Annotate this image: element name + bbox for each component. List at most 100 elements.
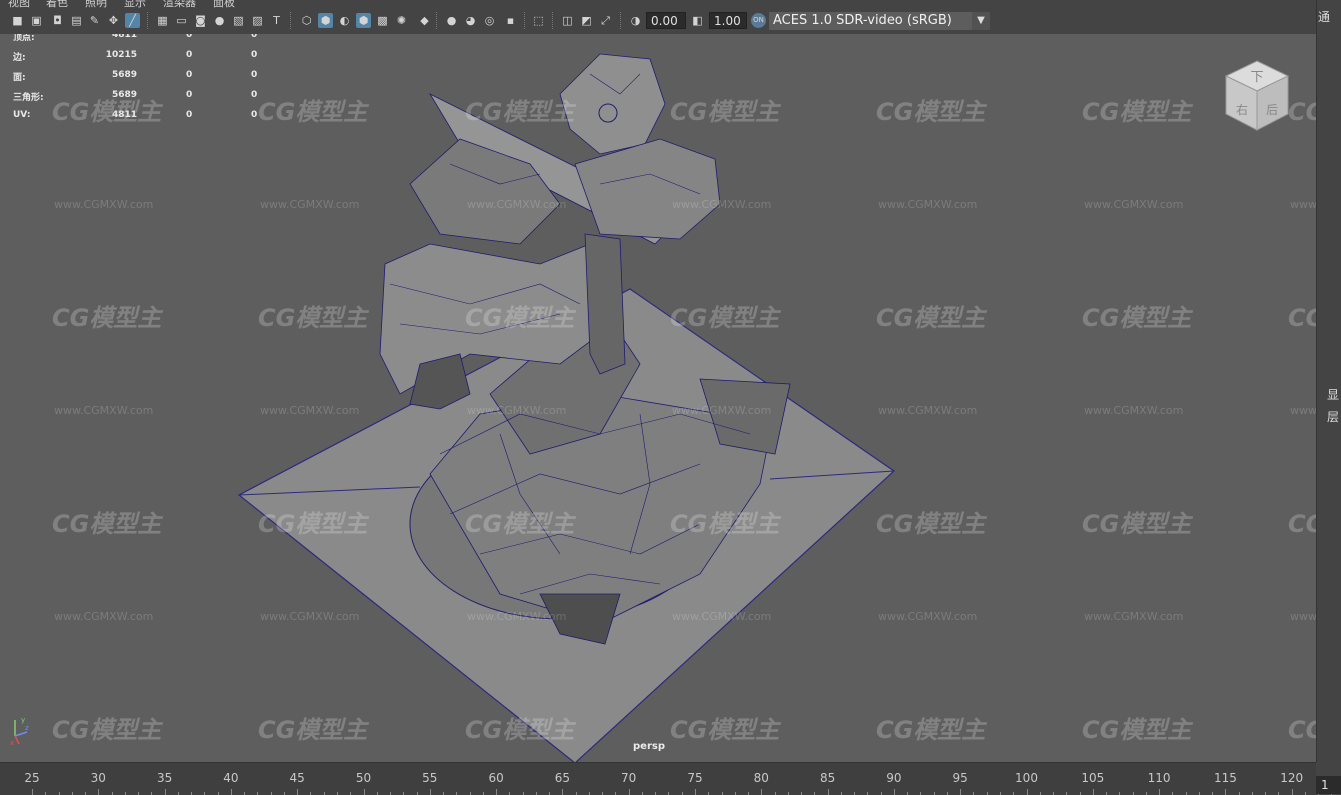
backface-icon[interactable]: ⤢ — [598, 13, 613, 28]
panel-tab-channel[interactable]: 通 — [1318, 8, 1330, 25]
svg-text:y: y — [21, 716, 25, 724]
right-side-panel: 通 显 层 — [1316, 0, 1341, 762]
timeline-tick-label: 115 — [1213, 771, 1237, 785]
camera-name-label: persp — [633, 741, 665, 752]
watermark-url: www.CGMXW.com — [467, 404, 567, 417]
watermark-logo: CG模型主 — [465, 716, 575, 744]
timeline-tick-label: 120 — [1280, 771, 1304, 785]
watermark-logo: CG模型主 — [1082, 510, 1192, 538]
2d-pan-icon[interactable]: ✥ — [106, 13, 121, 28]
motion-blur-icon[interactable]: ◎ — [482, 13, 497, 28]
lights-icon[interactable]: ✺ — [394, 13, 409, 28]
menu-view[interactable]: 视图 — [8, 0, 30, 8]
menu-lighting[interactable]: 照明 — [85, 0, 107, 8]
safe-action-icon[interactable]: ▨ — [250, 13, 265, 28]
watermark-logo: CG模型主 — [1288, 716, 1316, 744]
perspective-viewport[interactable]: CG模型主 CG模型主 CG模型主 CG模型主 CG模型主 CG模型主 CG模型主 CG模型主… — [0, 34, 1316, 762]
xray-icon[interactable]: ● — [444, 13, 459, 28]
color-management-icon[interactable]: ON — [751, 13, 766, 28]
timeline-tick — [230, 789, 232, 795]
watermark-logo: CG模型主 — [465, 98, 575, 126]
timeline-tick-label: 80 — [753, 771, 769, 785]
shadows-icon[interactable]: ◆ — [417, 13, 432, 28]
timeline-tick — [1026, 789, 1028, 795]
current-frame-field[interactable]: 1 — [1316, 776, 1341, 794]
exposure-field[interactable]: 0.00 — [646, 12, 686, 29]
watermark-logo: CG模型主 — [465, 304, 575, 332]
timeline-tick-label: 55 — [422, 771, 438, 785]
viewcube-icon[interactable]: 下 右 后 — [1222, 58, 1292, 134]
panel-tab-display[interactable]: 显 — [1327, 386, 1339, 403]
viewcube-top-label[interactable]: 下 — [1250, 70, 1263, 85]
panel-tab-layer[interactable]: 层 — [1327, 408, 1339, 425]
grid-icon[interactable]: ▦ — [155, 13, 170, 28]
smooth-shade-icon[interactable]: ⬢ — [318, 13, 333, 28]
watermark-url: www.CGMXW.com — [672, 404, 772, 417]
watermark-logo: CG模型主 — [876, 98, 986, 126]
gamma-field[interactable]: 1.00 — [709, 12, 747, 29]
menu-shading[interactable]: 着色 — [46, 0, 68, 8]
watermark-url: www.CGMXW.com — [1084, 610, 1184, 623]
isolate-select-icon[interactable]: ⬚ — [531, 13, 546, 28]
watermark-logo: CG模型主 — [465, 510, 575, 538]
bookmark-icon[interactable]: ◘ — [50, 13, 65, 28]
anti-aliasing-icon[interactable]: ▪ — [503, 13, 518, 28]
timeline-tick — [32, 789, 33, 795]
watermark-url: www.CGMXW.com — [54, 404, 154, 417]
safe-title-icon[interactable]: T — [269, 13, 284, 28]
viewcube-right-label[interactable]: 后 — [1266, 103, 1278, 117]
timeline-tick — [827, 789, 829, 795]
timeline-tick — [761, 789, 763, 795]
resolution-gate-icon[interactable]: ◙ — [193, 13, 208, 28]
ambient-occlusion-icon[interactable]: ◕ — [463, 13, 478, 28]
film-gate-icon[interactable]: ▭ — [174, 13, 189, 28]
timeline-tick-label: 70 — [621, 771, 637, 785]
wireframe-icon[interactable]: ⬡ — [299, 13, 314, 28]
time-slider[interactable]: 25 30 35 40 45 50 55 60 65 70 75 80 85 90 95 100 105 110 1… — [0, 762, 1333, 795]
timeline-tick-label: 50 — [355, 771, 372, 785]
timeline-tick — [1291, 789, 1293, 795]
timeline-tick — [164, 789, 166, 795]
grease-pencil-icon[interactable]: ✎ — [87, 13, 102, 28]
watermark-url: www.CGMXW.com — [878, 404, 978, 417]
watermark-logo: CG模型主 — [52, 510, 162, 538]
menu-show[interactable]: 显示 — [124, 0, 146, 8]
default-material-icon[interactable]: ◐ — [337, 13, 352, 28]
viewcube-left-label[interactable]: 右 — [1236, 102, 1248, 117]
wireframe-on-shaded-icon[interactable]: ⬢ — [356, 13, 371, 28]
textured-icon[interactable]: ▩ — [375, 13, 390, 28]
timeline-tick — [496, 789, 498, 795]
xray-joints-icon[interactable]: ◫ — [560, 13, 575, 28]
timeline-tick — [297, 789, 299, 795]
exposure-icon[interactable]: ◑ — [628, 13, 643, 28]
timeline-tick — [1159, 789, 1161, 795]
watermark-logo: CG模型主 — [52, 304, 162, 332]
timeline-tick — [1092, 789, 1094, 795]
timeline-tick — [429, 789, 431, 795]
colorspace-dropdown[interactable]: ACES 1.0 SDR-video (sRGB) ▼ — [769, 12, 990, 30]
gamma-icon[interactable]: ◧ — [690, 13, 705, 28]
watermark-logo: CG模型主 — [258, 98, 368, 126]
timeline-tick-label: 85 — [819, 771, 836, 785]
camera-icon[interactable]: ■ — [10, 13, 25, 28]
watermark-logo: CG模型主 — [1082, 98, 1192, 126]
watermark-url: www.CGMXW.com — [1084, 198, 1184, 211]
menu-panels[interactable]: 面板 — [213, 0, 235, 8]
timeline-tick-label: 40 — [223, 771, 239, 785]
camera-attributes-icon[interactable]: ▣ — [29, 13, 44, 28]
timeline-tick-label: 75 — [687, 771, 703, 785]
field-chart-icon[interactable]: ▧ — [231, 13, 246, 28]
timeline-tick — [695, 789, 696, 795]
xray-active-icon[interactable]: ◩ — [579, 13, 594, 28]
watermark-url: www.CGMXW.com — [260, 610, 360, 623]
watermark-url: www.CGMXW.com — [54, 198, 154, 211]
gate-mask-icon[interactable]: ● — [212, 13, 227, 28]
image-plane-icon[interactable]: ▤ — [69, 13, 84, 28]
menu-renderer[interactable]: 渲染器 — [163, 0, 196, 8]
watermark-logo: CG模型主 — [1288, 304, 1316, 332]
3d-scene — [237, 53, 895, 762]
wireframe-on-shaded-toggle-icon[interactable]: ╱ — [125, 13, 140, 28]
watermark-url: www.CGMXW.com — [1290, 610, 1316, 623]
timeline-tick-label: 45 — [289, 771, 305, 785]
watermark-url: www.CGMXW.com — [260, 404, 360, 417]
